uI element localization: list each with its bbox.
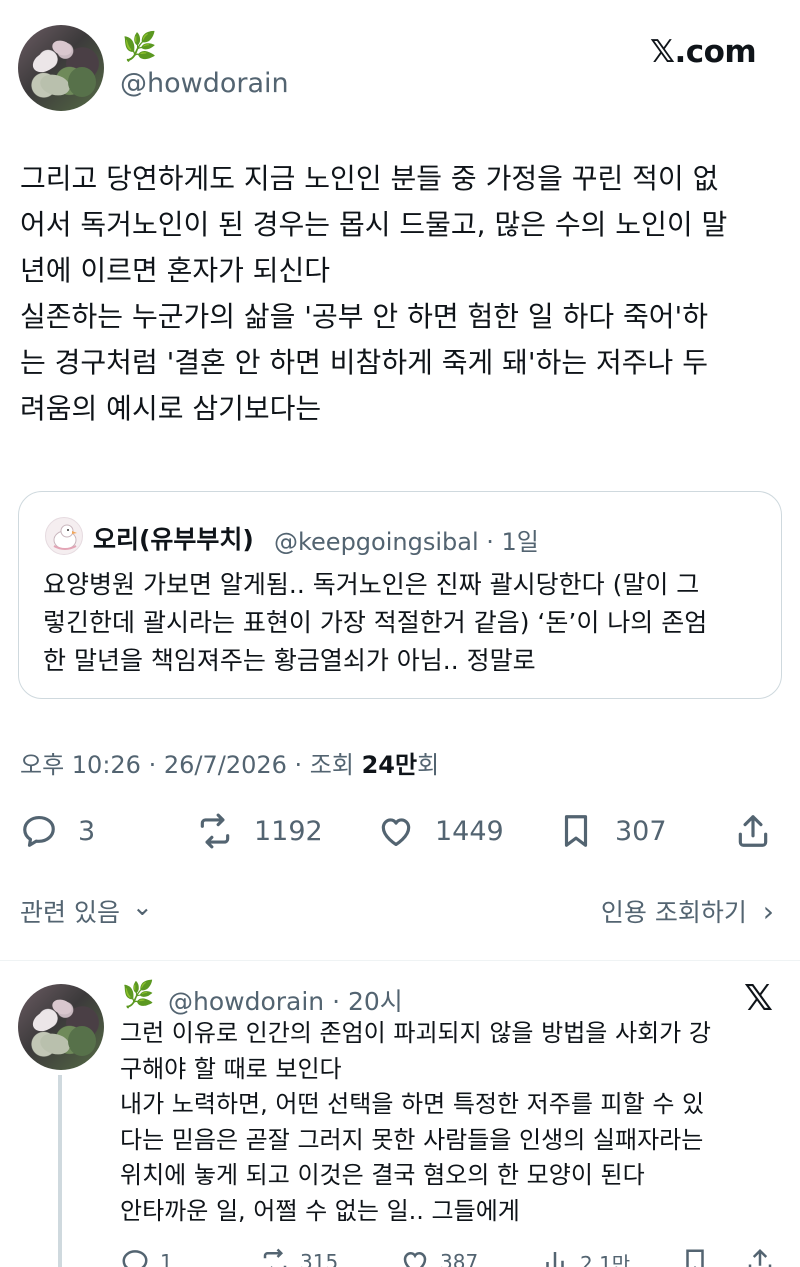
section-divider: [0, 960, 800, 961]
x-com-logo: 𝕏.com: [650, 34, 757, 70]
quoted-line: 요양병원 가보면 알게됨.. 독거노인은 진짜 괄시당한다 (말이 그: [43, 570, 700, 599]
bookmark-count: 307: [615, 815, 667, 847]
quoted-author-name: 오리(유부부치): [93, 525, 254, 554]
x-logo-icon: 𝕏: [744, 978, 774, 1019]
related-label: 관련 있음: [20, 898, 120, 927]
tweet-line: 년에 이르면 혼자가 되신다: [20, 254, 331, 287]
reply-views-button[interactable]: 2.1만: [540, 1247, 630, 1267]
view-quotes-link[interactable]: 인용 조회하기 ›: [601, 893, 774, 929]
reply-view-count: 2.1만: [580, 1251, 631, 1267]
quoted-line: 한 말년을 책임져주는 황금열쇠가 아님.. 정말로: [43, 646, 536, 675]
reply-retweet-count: 315: [300, 1250, 339, 1267]
timestamp-text: 오후 10:26 · 26/7/2026 · 조회: [20, 751, 362, 779]
tweet-body: 그리고 당연하게도 지금 노인인 분들 중 가정을 꾸린 적이 없 어서 독거노…: [20, 156, 785, 432]
views-icon: [546, 1252, 564, 1267]
tweet-line: 실존하는 누군가의 삶을 '공부 안 하면 험한 일 하다 죽어'하: [20, 300, 708, 333]
retweet-button[interactable]: 1192: [196, 805, 323, 857]
tweet-line: 그리고 당연하게도 지금 노인인 분들 중 가정을 꾸린 적이 없: [20, 162, 719, 195]
reply-line: 다는 믿음은 곧잘 그러지 못한 사람들을 인생의 실패자라는: [120, 1125, 704, 1154]
reply-retweet-button[interactable]: 315: [260, 1247, 338, 1267]
reply-like-count: 387: [440, 1250, 479, 1267]
like-count: 1449: [435, 815, 504, 847]
reply-body: 그런 이유로 인간의 존엄이 파괴되지 않을 방법을 사회가 강 구해야 할 때…: [120, 1016, 790, 1229]
bookmark-icon: [686, 1249, 704, 1267]
share-button[interactable]: [734, 805, 772, 857]
reply-share-button[interactable]: [745, 1247, 775, 1267]
retweet-icon: [200, 813, 230, 849]
heart-icon: [381, 818, 411, 847]
reply-leaf-emoji: 🌿: [122, 980, 155, 1010]
reply-like-button[interactable]: 387: [400, 1247, 478, 1267]
tweet-line: 는 경구처럼 '결혼 안 하면 비참하게 죽게 돼'하는 저주나 두: [20, 346, 708, 379]
reply-line: 안타까운 일, 어쩔 수 없는 일.. 그들에게: [120, 1196, 520, 1225]
author-avatar[interactable]: [18, 25, 104, 111]
reply-icon: [122, 1250, 148, 1267]
retweet-count: 1192: [254, 815, 323, 847]
reply-author-avatar[interactable]: [18, 984, 104, 1070]
share-icon: [738, 815, 768, 847]
reply-line: 구해야 할 때로 보인다: [120, 1054, 342, 1083]
leaf-emoji: 🌿: [122, 30, 157, 63]
quote-views-label: 인용 조회하기: [600, 898, 747, 927]
quoted-author-avatar: [45, 517, 83, 555]
share-icon: [748, 1248, 772, 1267]
duck-avatar-icon: [53, 524, 77, 550]
quoted-tweet-card[interactable]: 오리(유부부치) @keepgoingsibal · 1일 요양병원 가보면 알…: [18, 491, 782, 699]
view-count: 24만: [361, 751, 418, 779]
reply-reply-count: 1: [160, 1250, 173, 1267]
tweet-timestamp: 오후 10:26 · 26/7/2026 · 조회 24만회: [20, 745, 439, 780]
chevron-right-icon: ›: [762, 895, 774, 928]
reply-line: 그런 이유로 인간의 존엄이 파괴되지 않을 방법을 사회가 강: [120, 1019, 711, 1047]
reply-bookmark-button[interactable]: [680, 1247, 710, 1267]
view-suffix: 회: [417, 751, 440, 779]
reply-line: 내가 노력하면, 어떤 선택을 하면 특정한 저주를 피할 수 있: [120, 1090, 705, 1118]
reply-line: 위치에 놓게 되고 이것은 결국 혐오의 한 모양이 된다: [120, 1161, 645, 1189]
reply-count: 3: [78, 815, 96, 847]
reply-icon: [23, 815, 55, 847]
reply-button[interactable]: 3: [20, 805, 95, 857]
like-button[interactable]: 1449: [377, 805, 504, 857]
chevron-down-icon: ⌄: [131, 892, 153, 921]
reply-author-meta[interactable]: @howdorain · 20시: [168, 982, 403, 1018]
bookmark-button[interactable]: 307: [557, 805, 667, 857]
thread-line: [58, 1075, 62, 1267]
reply-reply-button[interactable]: 1: [120, 1247, 173, 1267]
quoted-author-meta: @keepgoingsibal · 1일: [274, 528, 539, 556]
quoted-line: 렇긴한데 괄시라는 표현이 가장 적절한거 같음) ‘돈’이 나의 존엄: [43, 608, 708, 637]
quoted-tweet-body: 요양병원 가보면 알게됨.. 독거노인은 진짜 괄시당한다 (말이 그 렇긴한데…: [43, 566, 763, 680]
heart-icon: [403, 1251, 427, 1267]
tweet-action-bar: 3 1192 1449 307: [0, 805, 800, 857]
author-handle[interactable]: @howdorain: [120, 68, 289, 99]
tweet-line: 어서 독거노인이 된 경우는 몹시 드물고, 많은 수의 노인이 말: [20, 208, 728, 241]
tweet-line: 려움의 예시로 삼기보다는: [20, 392, 322, 425]
bookmark-icon: [564, 815, 588, 847]
reply-action-bar: 1 315 387 2.1만: [120, 1247, 800, 1267]
related-dropdown[interactable]: 관련 있음 ⌄: [20, 892, 153, 929]
retweet-icon: [263, 1248, 287, 1267]
